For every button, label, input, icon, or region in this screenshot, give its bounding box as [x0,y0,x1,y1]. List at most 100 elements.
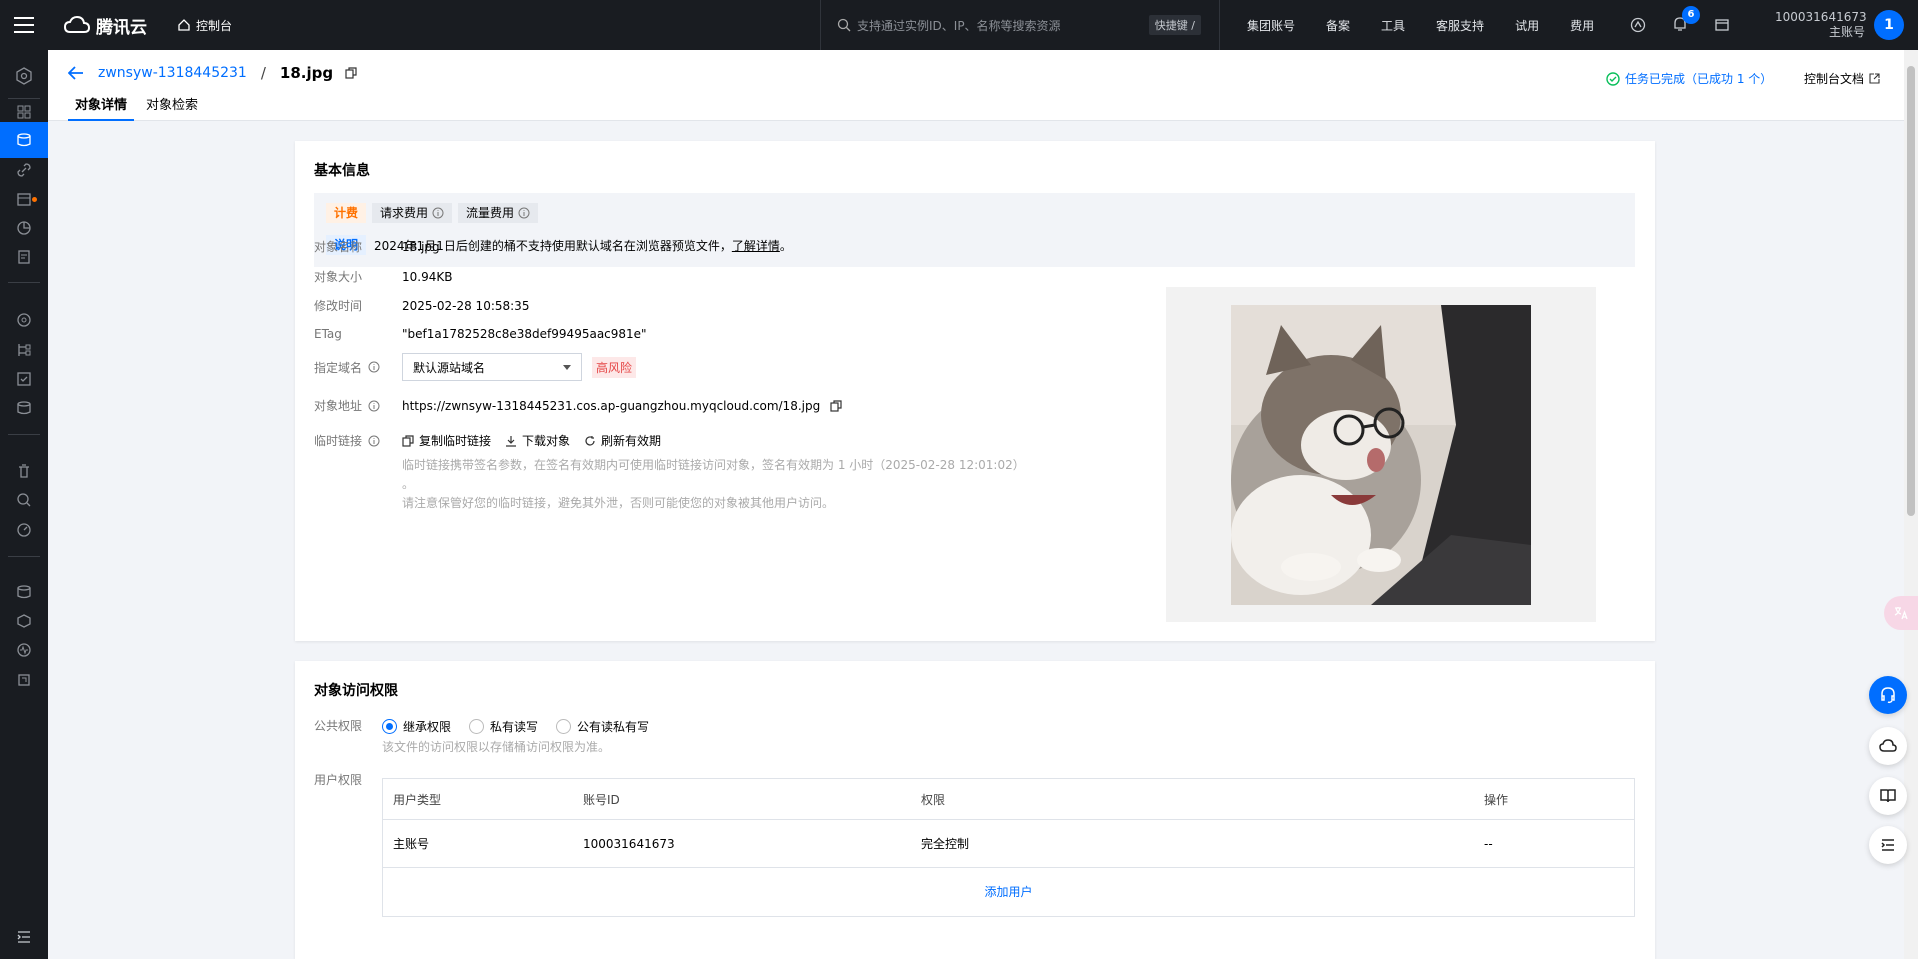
radio-public-read[interactable]: 公有读私有写 [556,718,649,735]
nav-filing[interactable]: 备案 [1326,17,1350,34]
request-fee-tag[interactable]: 请求费用 [372,203,453,223]
high-risk-badge: 高风险 [592,356,637,378]
menu-list-button[interactable] [1869,826,1907,864]
trash-icon[interactable] [14,461,34,481]
radio-inherit[interactable]: 继承权限 [382,718,451,735]
traffic-fee-label: 流量费用 [466,206,515,220]
chip-icon[interactable] [14,670,34,690]
domain-select[interactable]: 默认源站域名 [402,353,582,381]
notice-learn-more-link[interactable]: 了解详情 [732,239,780,253]
top-icons: 6 [1630,0,1730,50]
breadcrumb-bucket[interactable]: zwnsyw-1318445231 [98,65,247,81]
console-link[interactable]: 控制台 [177,17,232,34]
traffic-fee-tag[interactable]: 流量费用 [458,203,539,223]
console-label: 控制台 [196,18,233,33]
book-icon [1880,789,1896,803]
brand-logo[interactable]: 腾讯云 [64,13,147,38]
security-icon[interactable] [14,611,34,631]
nav-support[interactable]: 客服支持 [1436,17,1484,34]
console-doc-link[interactable]: 控制台文档 [1804,70,1880,87]
field-object-size: 对象大小 10.94KB [314,268,452,285]
column-header: 权限 [921,792,946,807]
tab-bar: 对象详情 对象检索 [68,94,210,121]
copy-icon[interactable] [830,399,842,412]
bucket-list-icon[interactable] [14,130,34,150]
field-etag: ETag "bef1a1782528c8e38def99495aac981e" [314,327,647,341]
rail-divider [8,282,40,283]
rail-divider [8,98,40,99]
report-icon[interactable] [14,247,34,267]
info-icon[interactable] [368,400,380,412]
download-object-button[interactable]: 下载对象 [505,432,570,449]
tab-object-details[interactable]: 对象详情 [68,94,135,121]
table-row: 主账号 100031641673 完全控制 -- [383,820,1634,868]
calendar-icon[interactable] [14,189,34,209]
add-user-button[interactable]: 添加用户 [383,868,1634,916]
nav-group-account[interactable]: 集团账号 [1247,17,1295,34]
activity-icon[interactable] [14,640,34,660]
rail-divider [8,556,40,557]
page-scrollbar[interactable] [1904,50,1918,959]
field-value: 10.94KB [402,269,453,284]
link-icon[interactable] [14,160,34,180]
field-object-url: 对象地址 https://zwnsyw-1318445231.cos.ap-gu… [314,397,842,414]
column-header: 操作 [1484,792,1509,807]
database-icon[interactable] [14,398,34,418]
copy-icon [402,434,414,447]
preview-image[interactable] [1231,305,1531,605]
scrollbar-thumb[interactable] [1907,66,1915,516]
table-cell: 100031641673 [583,836,675,851]
temp-link-actions: 复制临时链接 下载对象 刷新有效期 [402,432,661,449]
refresh-label: 刷新有效期 [601,434,662,448]
info-icon[interactable] [368,435,380,447]
breadcrumb-file: 18.jpg [279,64,334,82]
avatar[interactable]: 1 [1874,10,1904,40]
monitor-icon[interactable] [14,310,34,330]
rail-alert-dot [32,197,37,202]
product-hex-icon[interactable] [14,66,34,86]
table-cell: -- [1484,836,1493,851]
task-status-text: 任务已完成（已成功 1 个） [1625,72,1773,86]
nav-trial[interactable]: 试用 [1515,17,1539,34]
external-link-icon [1869,73,1880,84]
tab-object-search[interactable]: 对象检索 [139,94,205,121]
search-input[interactable]: 支持通过实例ID、IP、名称等搜索资源 快捷键 / [820,0,1220,50]
brand-name: 腾讯云 [96,17,147,38]
notification-button[interactable]: 6 [1672,5,1700,35]
translate-widget-icon[interactable] [1884,596,1918,630]
nav-tools[interactable]: 工具 [1381,17,1405,34]
refresh-validity-button[interactable]: 刷新有效期 [584,432,661,449]
cloudshell-icon[interactable] [1630,17,1646,33]
inspect-icon[interactable] [14,490,34,510]
cloud-assist-button[interactable] [1869,727,1907,765]
nav-billing[interactable]: 费用 [1570,17,1594,34]
checklist-icon[interactable] [14,369,34,389]
field-value: 18.jpg [402,239,440,254]
radio-label: 继承权限 [403,720,452,734]
gauge-icon[interactable] [14,520,34,540]
rail-divider [8,434,40,435]
task-status[interactable]: 任务已完成（已成功 1 个） [1606,70,1772,87]
docs-button[interactable] [1869,777,1907,815]
pie-chart-icon[interactable] [14,218,34,238]
cart-icon[interactable] [1714,17,1730,33]
public-permission-label: 公共权限 [314,719,363,733]
public-permission-hint: 该文件的访问权限以存储桶访问权限为准。 [382,740,611,754]
copy-temp-link-button[interactable]: 复制临时链接 [402,432,491,449]
back-arrow-icon[interactable] [68,66,84,80]
overview-icon[interactable] [14,102,34,122]
info-icon[interactable] [368,361,380,373]
home-icon [178,19,190,31]
collapse-menu-icon[interactable] [14,927,34,947]
radio-private[interactable]: 私有读写 [469,718,538,735]
field-temp-link: 临时链接 复制临时链接 下载对象 刷新有效期 [314,432,661,449]
field-value: "bef1a1782528c8e38def99495aac981e" [402,327,647,341]
info-icon [518,207,530,219]
request-fee-label: 请求费用 [380,206,429,220]
tree-icon[interactable] [14,340,34,360]
menu-icon[interactable] [0,0,48,50]
storage-icon[interactable] [14,582,34,602]
account-info[interactable]: 100031641673 主账号 [1775,10,1867,40]
copy-icon[interactable] [345,67,357,79]
customer-service-button[interactable] [1869,676,1907,714]
